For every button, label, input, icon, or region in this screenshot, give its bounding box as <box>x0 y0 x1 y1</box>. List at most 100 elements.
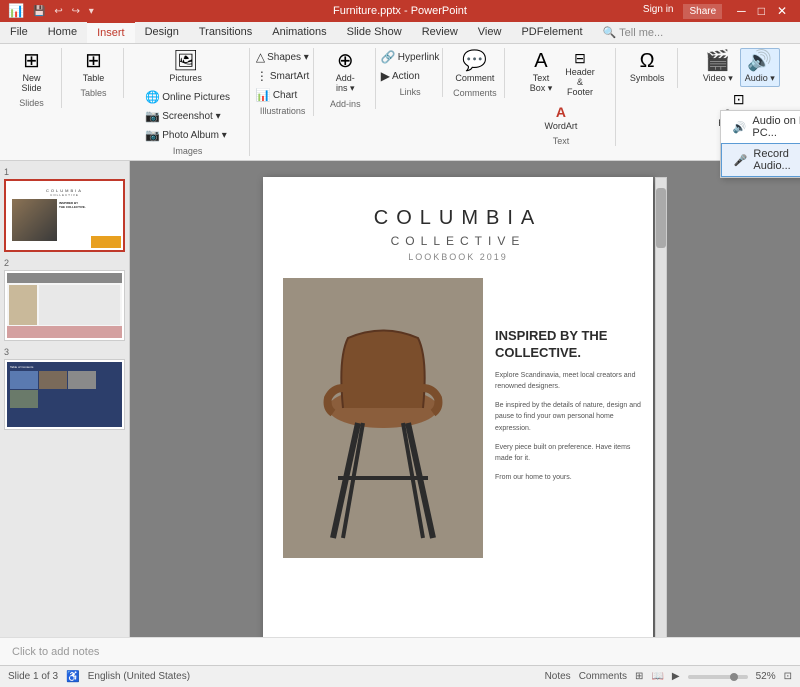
window-title: Furniture.pptx - PowerPoint <box>333 5 467 17</box>
group-images: 🖼 Pictures 🌐 Online Pictures 📷 Screensho… <box>126 48 250 156</box>
audio-btn[interactable]: 🔊 Audio ▾ <box>740 48 780 87</box>
view-slideshow-btn[interactable]: ▶ <box>672 671 680 682</box>
group-tables-label: Tables <box>80 88 106 98</box>
slide-year: LOOKBOOK 2019 <box>263 252 653 262</box>
mic-icon: 🎤 <box>734 154 748 167</box>
table-btn[interactable]: ⊞ Table <box>76 48 112 86</box>
photo-album-btn[interactable]: 📷 Photo Album ▾ <box>141 126 234 144</box>
main-layout: 1 COLUMBIA COLLECTIVE INSPIRED BY THE CO… <box>0 161 800 637</box>
comment-btn[interactable]: 💬 Comment <box>450 48 499 86</box>
slide-canvas-area: COLUMBIA COLLECTIVE LOOKBOOK 2019 <box>130 161 800 637</box>
scroll-thumb[interactable] <box>656 188 666 248</box>
group-comments-label: Comments <box>453 88 497 98</box>
body-text-3: Every piece built on preference. Have it… <box>495 442 641 464</box>
view-reading-btn[interactable]: 📖 <box>651 671 663 682</box>
tab-file[interactable]: File <box>0 22 38 43</box>
ribbon-tabs: File Home Insert Design Transitions Anim… <box>0 22 800 44</box>
group-slides-label: Slides <box>19 98 44 108</box>
body-text-2: Be inspired by the details of nature, de… <box>495 400 641 434</box>
new-slide-btn[interactable]: ⊞ NewSlide <box>14 48 50 96</box>
online-pictures-btn[interactable]: 🌐 Online Pictures <box>141 88 234 106</box>
tab-transitions[interactable]: Transitions <box>189 22 262 43</box>
signin-btn[interactable]: Sign in <box>643 4 674 19</box>
slide-thumbnail-3[interactable]: 3 Table of Contents <box>4 347 125 430</box>
quick-access-bar: 💾 ↩ ↪ ▾ <box>30 6 97 17</box>
status-bar: Slide 1 of 3 ♿ English (United States) N… <box>0 665 800 687</box>
slide-subtitle: COLLECTIVE <box>263 234 653 248</box>
record-audio-item[interactable]: 🎤 Record Audio... <box>721 143 800 177</box>
audio-on-pc-item[interactable]: 🔊 Audio on My PC... <box>721 111 800 143</box>
view-normal-btn[interactable]: ⊞ <box>635 671 643 682</box>
zoom-thumb[interactable] <box>730 673 738 681</box>
textbox-btn[interactable]: A TextBox ▾ <box>523 48 559 97</box>
tab-review[interactable]: Review <box>412 22 468 43</box>
chair-image <box>283 278 483 558</box>
slide-panel: 1 COLUMBIA COLLECTIVE INSPIRED BY THE CO… <box>0 161 130 637</box>
comments-btn[interactable]: Comments <box>579 671 627 682</box>
video-btn[interactable]: 🎬 Video ▾ <box>698 48 738 87</box>
title-bar-left: 📊 💾 ↩ ↪ ▾ <box>8 3 97 19</box>
notes-placeholder: Click to add notes <box>12 646 99 658</box>
tab-slideshow[interactable]: Slide Show <box>337 22 412 43</box>
tab-design[interactable]: Design <box>135 22 189 43</box>
share-btn[interactable]: Share <box>683 4 722 19</box>
customize-qa-btn[interactable]: ▾ <box>86 6 97 17</box>
tab-animations[interactable]: Animations <box>262 22 336 43</box>
accessibility-btn[interactable]: ♿ <box>66 670 80 683</box>
group-addins: ⊕ Add-ins ▾ Add-ins <box>316 48 376 109</box>
tab-tellme[interactable]: 🔍 Tell me... <box>593 22 674 43</box>
group-images-label: Images <box>173 146 203 156</box>
slide-thumbnail-2[interactable]: 2 <box>4 258 125 341</box>
save-qa-btn[interactable]: 💾 <box>30 6 48 17</box>
language[interactable]: English (United States) <box>88 671 190 682</box>
zoom-level[interactable]: 52% <box>756 671 776 682</box>
zoom-slider[interactable] <box>688 675 748 679</box>
symbols-btn[interactable]: Ω Symbols <box>625 48 670 86</box>
chart-btn[interactable]: 📊 Chart <box>252 86 313 104</box>
maximize-btn[interactable]: □ <box>753 4 770 19</box>
group-symbols: Ω Symbols <box>618 48 678 88</box>
undo-qa-btn[interactable]: ↩ <box>51 6 65 17</box>
slide-thumbnail-1[interactable]: 1 COLUMBIA COLLECTIVE INSPIRED BY THE CO… <box>4 167 125 252</box>
group-illustrations: △ Shapes ▾ ⋮ SmartArt 📊 Chart Illustrati… <box>252 48 313 116</box>
group-links-label: Links <box>400 87 421 97</box>
fit-slide-btn[interactable]: ⊡ <box>784 671 792 682</box>
group-text-label: Text <box>553 136 570 146</box>
ribbon-content: ⊞ NewSlide Slides ⊞ Table Tables 🖼 Pictu… <box>0 44 800 160</box>
body-text-1: Explore Scandinavia, meet local creators… <box>495 370 641 392</box>
shapes-btn[interactable]: △ Shapes ▾ <box>252 48 313 66</box>
notes-bar[interactable]: Click to add notes <box>0 637 800 665</box>
tab-pdfelement[interactable]: PDFelement <box>511 22 592 43</box>
slide-count: Slide 1 of 3 <box>8 671 58 682</box>
addins-btn[interactable]: ⊕ Add-ins ▾ <box>327 48 363 97</box>
action-btn[interactable]: ▶ Action <box>377 67 444 85</box>
tab-view[interactable]: View <box>468 22 512 43</box>
group-slides: ⊞ NewSlide Slides <box>2 48 62 108</box>
title-bar: 📊 💾 ↩ ↪ ▾ Furniture.pptx - PowerPoint Si… <box>0 0 800 22</box>
tab-home[interactable]: Home <box>38 22 87 43</box>
group-addins-label: Add-ins <box>330 99 361 109</box>
pictures-btn[interactable]: 🖼 Pictures <box>164 48 207 86</box>
app-icon: 📊 <box>8 3 24 19</box>
redo-qa-btn[interactable]: ↪ <box>69 6 83 17</box>
group-media: 🎬 Video ▾ 🔊 Audio ▾ 🔊 Audio on My PC... <box>680 48 798 143</box>
notes-btn[interactable]: Notes <box>545 671 571 682</box>
wordart-btn[interactable]: A WordArt <box>540 102 583 134</box>
close-btn[interactable]: ✕ <box>772 4 792 19</box>
group-tables: ⊞ Table Tables <box>64 48 124 98</box>
group-links: 🔗 Hyperlink ▶ Action Links <box>378 48 444 97</box>
minimize-btn[interactable]: ─ <box>732 4 751 19</box>
slide-canvas[interactable]: COLUMBIA COLLECTIVE LOOKBOOK 2019 <box>263 177 653 637</box>
audio-btn-container: 🔊 Audio ▾ 🔊 Audio on My PC... 🎤 Record A… <box>740 48 780 87</box>
body-text-4: From our home to yours. <box>495 472 641 483</box>
header-footer-btn[interactable]: ⊟ Header& Footer <box>561 48 599 100</box>
vertical-scrollbar[interactable] <box>655 177 667 637</box>
smartart-btn[interactable]: ⋮ SmartArt <box>252 67 313 85</box>
inspired-text: INSPIRED BY THE COLLECTIVE. <box>495 328 641 362</box>
tab-insert[interactable]: Insert <box>87 21 135 43</box>
hyperlink-btn[interactable]: 🔗 Hyperlink <box>377 48 444 66</box>
window-controls[interactable]: Sign in Share ─ □ ✕ <box>643 4 792 19</box>
ribbon: ⊞ NewSlide Slides ⊞ Table Tables 🖼 Pictu… <box>0 44 800 161</box>
group-comments: 💬 Comment Comments <box>445 48 505 98</box>
screenshot-btn[interactable]: 📷 Screenshot ▾ <box>141 107 234 125</box>
